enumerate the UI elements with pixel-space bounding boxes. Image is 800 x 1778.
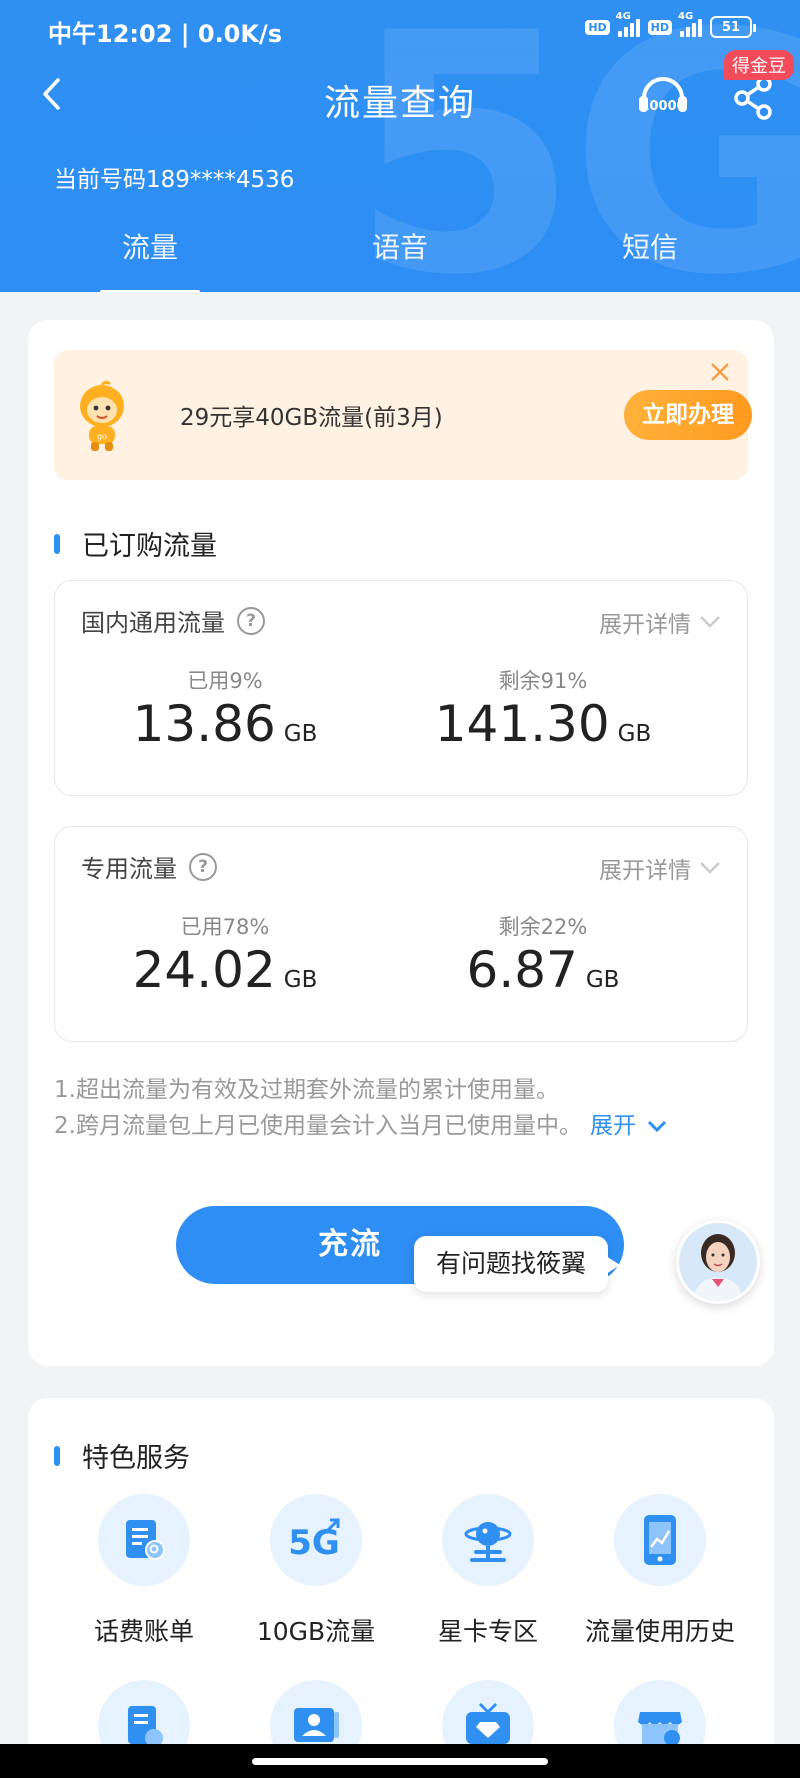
assistant-avatar[interactable]: [676, 1220, 760, 1304]
remaining-percent: 剩余22%: [498, 915, 588, 939]
header: 5G 中午12:02 | 0.0K/s HD 4G HD 4G 51 流量查询: [0, 0, 800, 292]
remaining-amount: 6.87: [466, 941, 578, 999]
contact-card-icon: [294, 1708, 339, 1742]
note-line-2-row: 2.跨月流量包上月已使用量会计入当月已使用量中。 展开: [54, 1108, 754, 1144]
promo-text: 29元享40GB流量(前3月): [180, 405, 443, 431]
service-label: 星卡专区: [437, 1617, 538, 1646]
remaining-column: 剩余91% 141.30 GB: [373, 665, 713, 753]
phone-chart-icon: [644, 1515, 676, 1565]
used-column: 已用9% 13.86 GB: [55, 665, 395, 753]
svg-text:go: go: [97, 432, 107, 441]
signal-icon: 4G: [616, 11, 640, 37]
section-marker: [54, 533, 60, 554]
chevron-down-icon: [648, 1120, 667, 1133]
tab-sms[interactable]: 短信: [550, 226, 750, 266]
notes-expand-label: 展开: [589, 1113, 636, 1139]
assistant-avatar-image: [679, 1223, 757, 1301]
service-label: 10GB流量: [256, 1617, 376, 1646]
close-icon[interactable]: [706, 358, 734, 386]
service-label: 话费账单: [93, 1617, 194, 1646]
notes-expand-link[interactable]: 展开: [590, 1113, 667, 1139]
promo-banner[interactable]: go 29元享40GB流量(前3月) 立即办理: [54, 350, 752, 480]
5g-icon: 5G: [288, 1518, 340, 1563]
usage-title: 专用流量 ?: [81, 849, 217, 884]
note-line-1: 1.超出流量为有效及过期套外流量的累计使用量。: [54, 1077, 559, 1103]
bill-icon: [126, 1520, 165, 1560]
planet-icon: [464, 1522, 512, 1562]
unit: GB: [283, 721, 318, 747]
svg-text:5G: 5G: [288, 1523, 340, 1563]
usage-block-domestic: 国内通用流量 ? 展开详情 已用9% 13.86 GB 剩余91% 141.30 G…: [54, 580, 748, 796]
network-type: 4G: [678, 11, 694, 22]
svg-text:10000: 10000: [640, 99, 685, 114]
tab-voice[interactable]: 语音: [300, 226, 500, 266]
tab-data[interactable]: 流量: [50, 226, 250, 292]
hd-icon: HD: [585, 19, 610, 35]
section-title-services: 特色服务: [54, 1436, 190, 1475]
help-icon[interactable]: ?: [189, 852, 217, 881]
planet-icon-wrap: [442, 1494, 534, 1586]
usage-notes: 1.超出流量为有效及过期套外流量的累计使用量。 2.跨月流量包上月已使用量会计入…: [54, 1072, 754, 1144]
hd-icon: HD: [647, 19, 672, 35]
chevron-down-icon: [700, 616, 720, 628]
assistant-bubble[interactable]: 有问题找筱翼: [414, 1236, 621, 1292]
network-type: 4G: [615, 11, 631, 22]
service-10gb[interactable]: 5G 10GB流量: [230, 1494, 402, 1648]
usage-name: 专用流量: [81, 855, 177, 883]
service-usage-history[interactable]: 流量使用历史: [574, 1494, 746, 1648]
usage-name: 国内通用流量: [81, 609, 225, 637]
section-title-text: 特色服务: [82, 1443, 190, 1474]
unit: GB: [283, 967, 318, 993]
bill-icon-wrap: [98, 1494, 190, 1586]
gold-bean-badge[interactable]: 得金豆: [724, 50, 794, 80]
help-icon[interactable]: ?: [237, 606, 265, 635]
10000-service-icon: 10000: [639, 77, 687, 114]
used-column: 已用78% 24.02 GB: [55, 911, 395, 999]
usage-block-dedicated: 专用流量 ? 展开详情 已用78% 24.02 GB 剩余22% 6.87 GB: [54, 826, 748, 1042]
customer-service-button[interactable]: 10000: [636, 70, 690, 124]
section-title-subscribed: 已订购流量: [54, 524, 217, 563]
mascot-icon: go: [80, 380, 124, 451]
current-number: 当前号码189****4536: [54, 167, 295, 193]
home-indicator[interactable]: [252, 1758, 548, 1765]
battery-icon: 51: [710, 16, 756, 38]
expand-label: 展开详情: [599, 612, 691, 638]
5g-icon-wrap: 5G: [270, 1494, 362, 1586]
system-nav-bar: [0, 1744, 800, 1778]
expand-details-button[interactable]: 展开详情: [599, 851, 721, 885]
used-percent: 已用9%: [187, 669, 263, 693]
featured-services-card: 特色服务 话费账单 5G 10GB流量 星卡专区 流量使用历史: [28, 1398, 774, 1778]
expand-details-button[interactable]: 展开详情: [599, 605, 721, 639]
tab-bar: 流量 语音 短信: [0, 226, 800, 292]
section-title-text: 已订购流量: [82, 531, 217, 562]
service-label: 流量使用历史: [584, 1617, 735, 1646]
expand-label: 展开详情: [599, 858, 691, 884]
used-amount: 13.86: [132, 695, 276, 753]
service-star-card[interactable]: 星卡专区: [402, 1494, 574, 1648]
chevron-down-icon: [700, 862, 720, 874]
unit: GB: [617, 721, 652, 747]
remaining-amount: 141.30: [434, 695, 610, 753]
status-time: 中午12:02 | 0.0K/s: [48, 20, 283, 48]
status-system-icons: HD 4G HD 4G 51: [585, 11, 756, 38]
promo-apply-button[interactable]: 立即办理: [624, 390, 752, 440]
status-bar: 中午12:02 | 0.0K/s HD 4G HD 4G 51: [0, 0, 800, 60]
unit: GB: [585, 967, 620, 993]
remaining-percent: 剩余91%: [498, 669, 588, 693]
signal-icon: 4G: [678, 11, 702, 37]
phone-chart-icon-wrap: [614, 1494, 706, 1586]
used-percent: 已用78%: [180, 915, 270, 939]
service-bill[interactable]: 话费账单: [58, 1494, 230, 1648]
section-marker: [54, 1445, 60, 1466]
data-usage-card: go 29元享40GB流量(前3月) 立即办理 已订购流量 国内通用流量 ? 展…: [28, 320, 774, 1366]
remaining-column: 剩余22% 6.87 GB: [373, 911, 713, 999]
used-amount: 24.02: [132, 941, 276, 999]
usage-title: 国内通用流量 ?: [81, 603, 265, 638]
top-bar: 流量查询 10000 得金豆: [0, 50, 800, 136]
note-line-2: 2.跨月流量包上月已使用量会计入当月已使用量中。: [54, 1113, 582, 1139]
